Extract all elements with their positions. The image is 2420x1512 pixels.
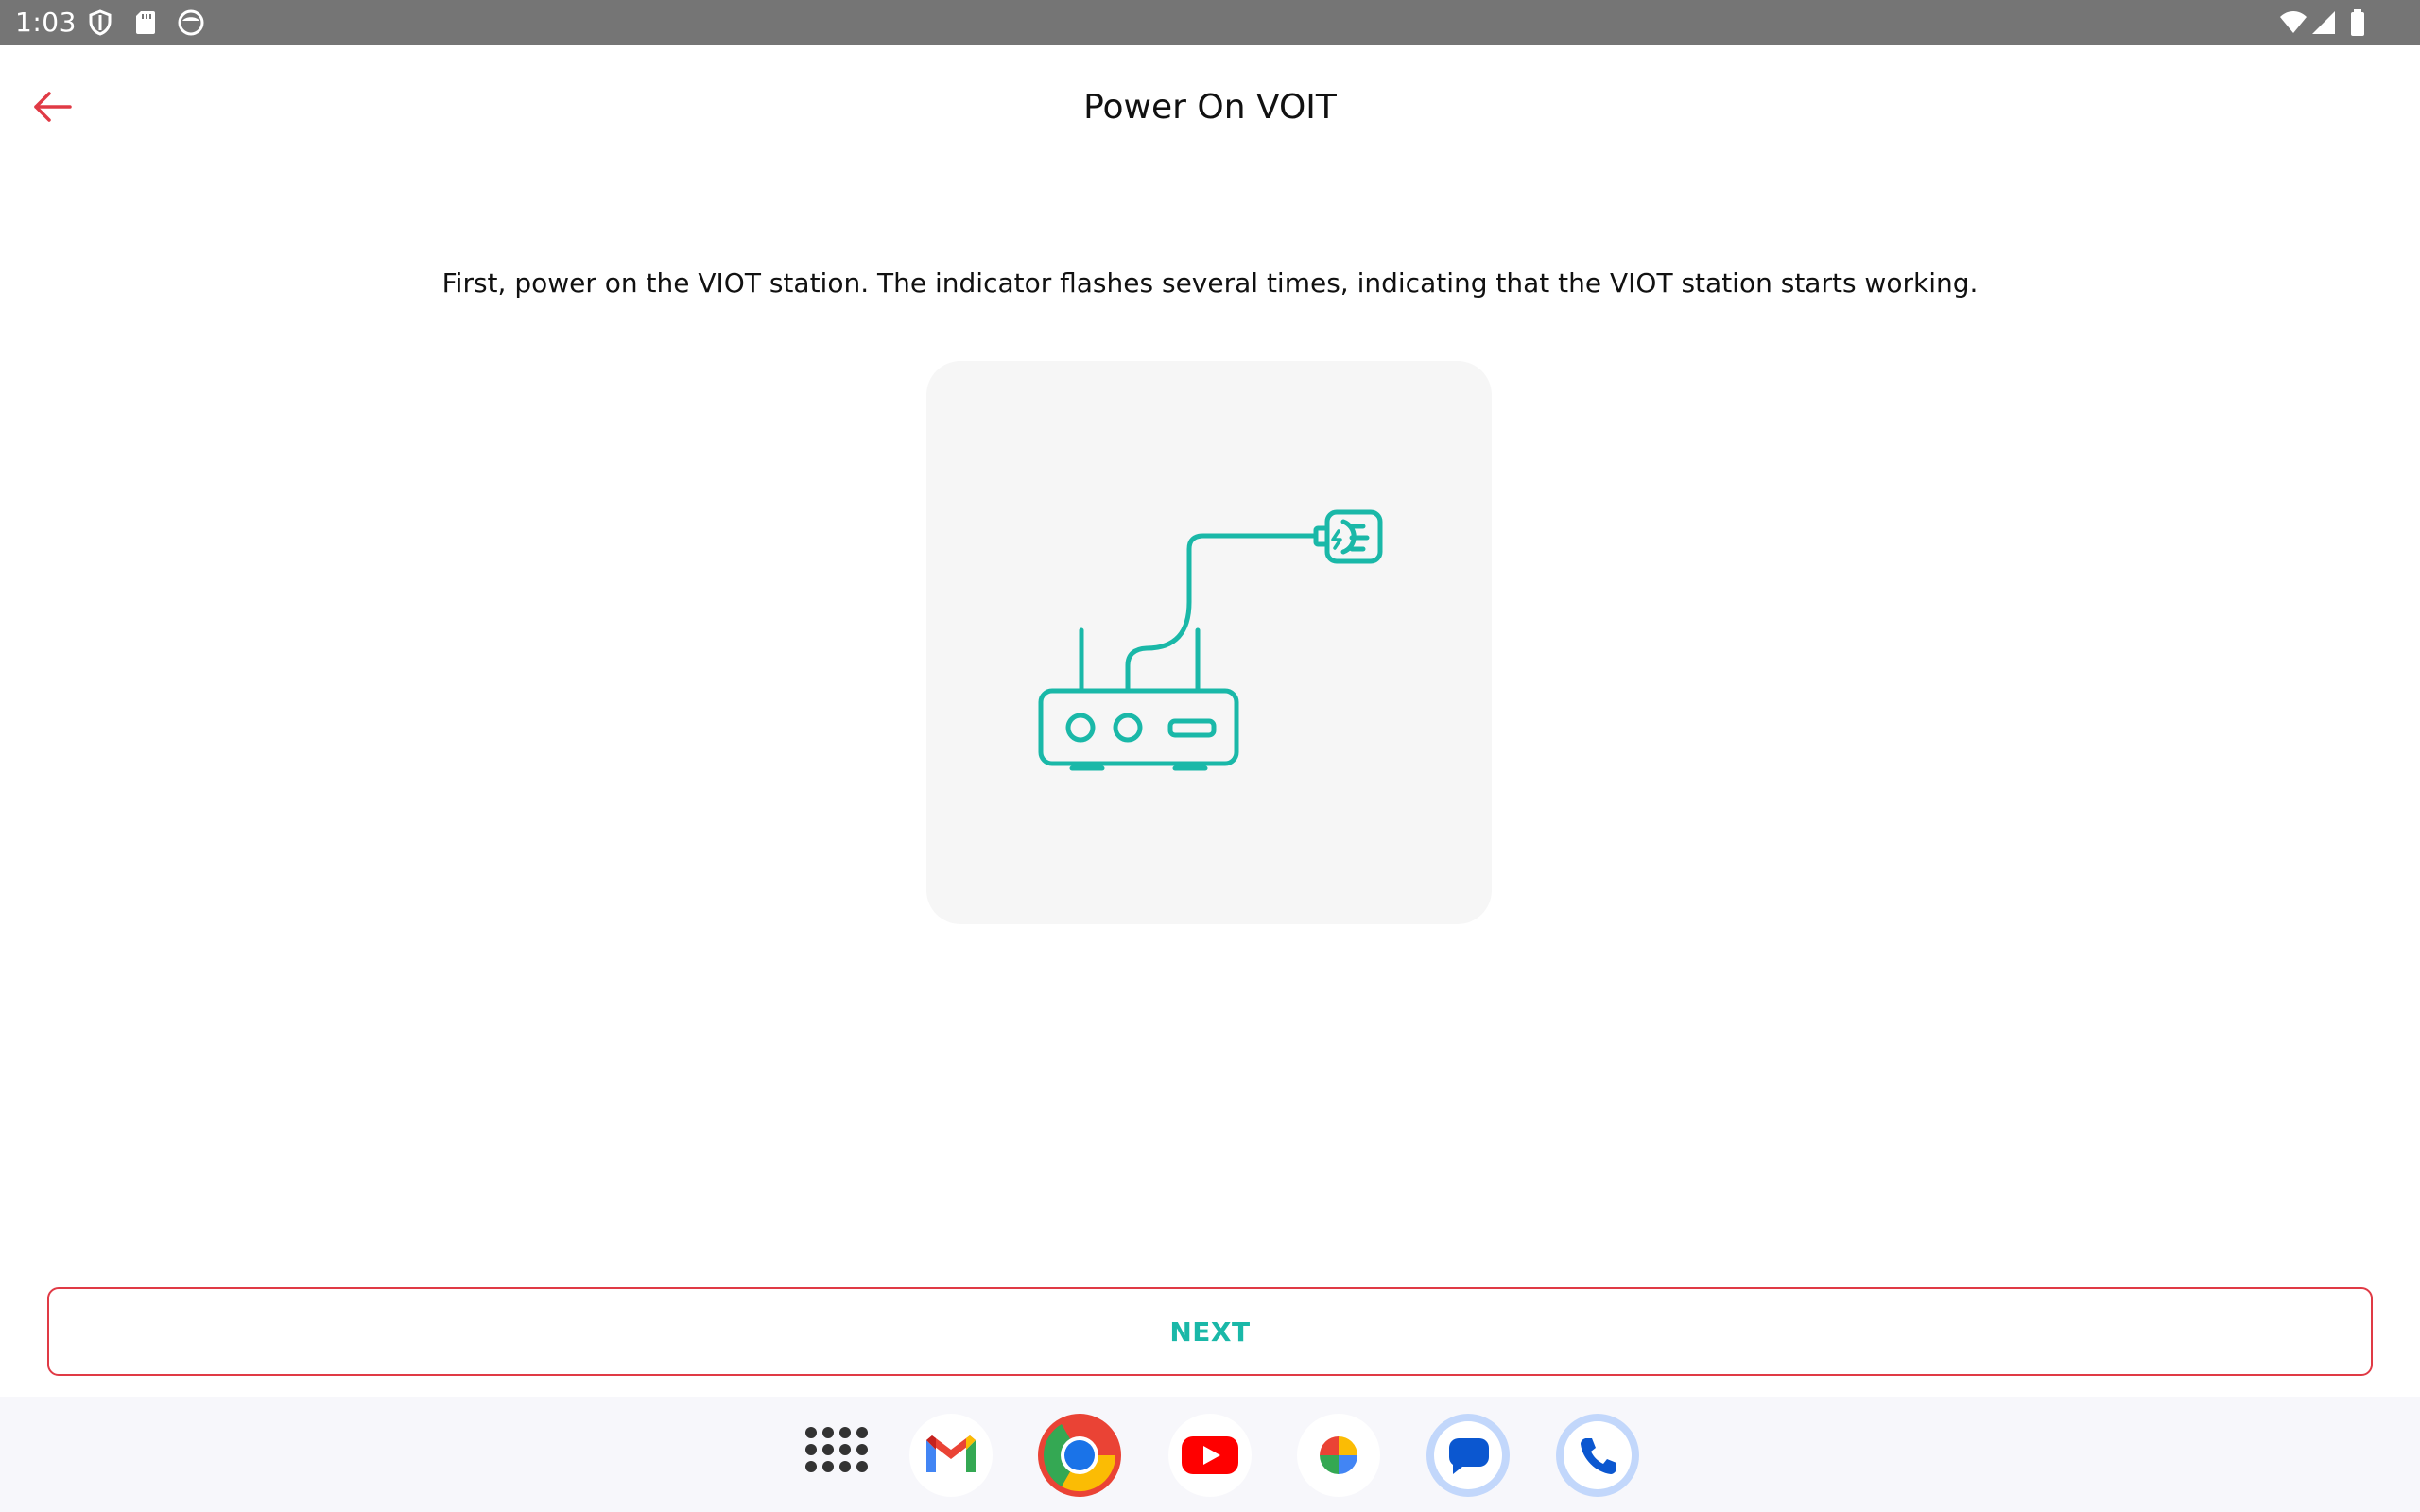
app-bar: Power On VOIT: [0, 45, 2420, 168]
gmail-icon[interactable]: [908, 1412, 994, 1499]
router-power-plug-icon: [1038, 509, 1383, 771]
photos-icon[interactable]: [1295, 1412, 1382, 1499]
next-button-label: NEXT: [1169, 1315, 1251, 1348]
illustration-card: [926, 361, 1492, 924]
chrome-icon[interactable]: [1036, 1412, 1123, 1499]
status-bar: 1:03: [0, 0, 2420, 45]
dock: [0, 1397, 2420, 1512]
phone-icon[interactable]: [1554, 1412, 1641, 1499]
status-time: 1:03: [15, 7, 77, 38]
face-icon: [176, 8, 206, 38]
messages-icon[interactable]: [1425, 1412, 1512, 1499]
battery-icon: [2342, 8, 2373, 38]
sd-card-icon: [130, 8, 161, 38]
wifi-icon: [2278, 8, 2308, 38]
instruction-text: First, power on the VIOT station. The in…: [441, 267, 1979, 299]
next-button[interactable]: NEXT: [47, 1287, 2373, 1376]
shield-icon: [85, 8, 115, 38]
youtube-icon[interactable]: [1167, 1412, 1253, 1499]
signal-icon: [2308, 8, 2339, 38]
page-title: Power On VOIT: [1083, 88, 1337, 127]
app-drawer-icon[interactable]: [790, 1412, 877, 1499]
